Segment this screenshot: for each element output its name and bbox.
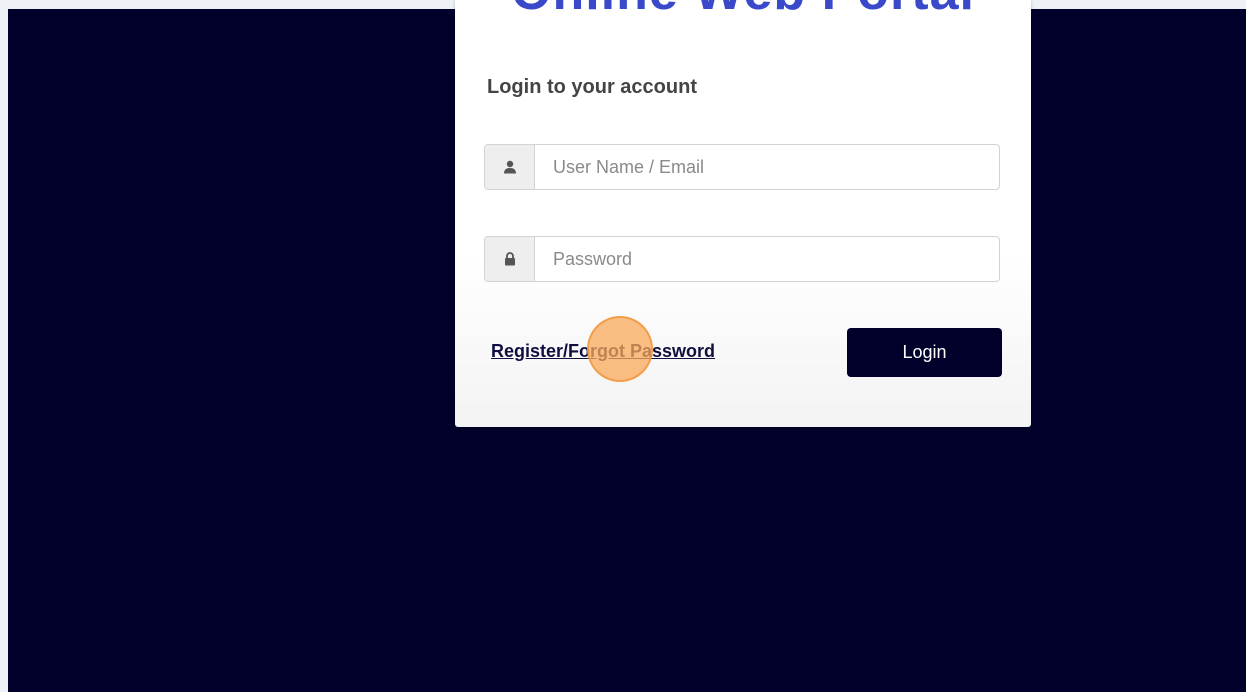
password-input-group <box>484 236 1000 282</box>
user-icon <box>485 145 535 189</box>
portal-title: Online Web Portal <box>455 0 1031 22</box>
username-input[interactable] <box>535 145 999 189</box>
login-card: Online Web Portal Login to your account … <box>455 0 1031 427</box>
lock-icon <box>485 237 535 281</box>
password-input[interactable] <box>535 237 999 281</box>
username-input-group <box>484 144 1000 190</box>
register-forgot-password-link[interactable]: Register/Forgot Password <box>491 341 715 362</box>
login-heading: Login to your account <box>487 76 697 98</box>
login-button[interactable]: Login <box>847 328 1002 377</box>
